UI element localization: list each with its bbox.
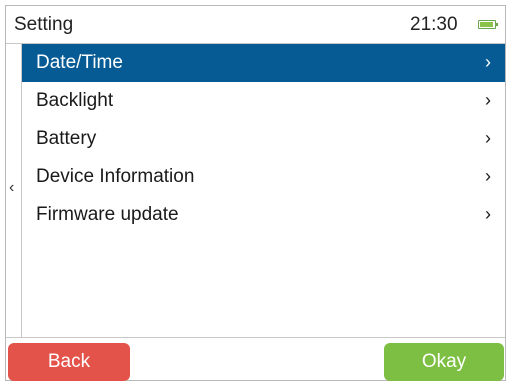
menu-item-backlight[interactable]: Backlight › xyxy=(22,82,505,120)
menu-item-label: Device Information xyxy=(36,166,195,187)
chevron-right-icon: › xyxy=(485,128,491,148)
menu-item-date-time[interactable]: Date/Time › xyxy=(22,44,505,82)
okay-button[interactable]: Okay xyxy=(384,343,504,381)
action-bar: Back Okay xyxy=(6,337,505,381)
menu-item-label: Backlight xyxy=(36,90,114,111)
chevron-right-icon: › xyxy=(485,90,491,110)
back-rail[interactable]: ‹ xyxy=(6,44,22,337)
chevron-right-icon: › xyxy=(485,166,491,186)
back-button[interactable]: Back xyxy=(8,343,130,381)
menu-item-label: Firmware update xyxy=(36,204,179,225)
battery-icon xyxy=(478,20,498,29)
chevron-left-icon[interactable]: ‹ xyxy=(9,180,14,196)
status-bar: Setting 21:30 xyxy=(6,6,505,44)
clock: 21:30 xyxy=(410,14,458,35)
menu-item-label: Battery xyxy=(36,128,97,149)
menu-item-label: Date/Time xyxy=(36,52,123,73)
chevron-right-icon: › xyxy=(485,204,491,224)
chevron-right-icon: › xyxy=(485,52,491,72)
battery-level xyxy=(480,22,493,27)
menu-item-firmware-update[interactable]: Firmware update › xyxy=(22,196,505,234)
menu-item-battery[interactable]: Battery › xyxy=(22,120,505,158)
menu-item-device-information[interactable]: Device Information › xyxy=(22,158,505,196)
device-screen: Setting 21:30 ‹ Date/Time › Backlight › … xyxy=(5,5,506,381)
page-title: Setting xyxy=(14,14,74,35)
settings-menu: Date/Time › Backlight › Battery › Device… xyxy=(22,44,505,234)
